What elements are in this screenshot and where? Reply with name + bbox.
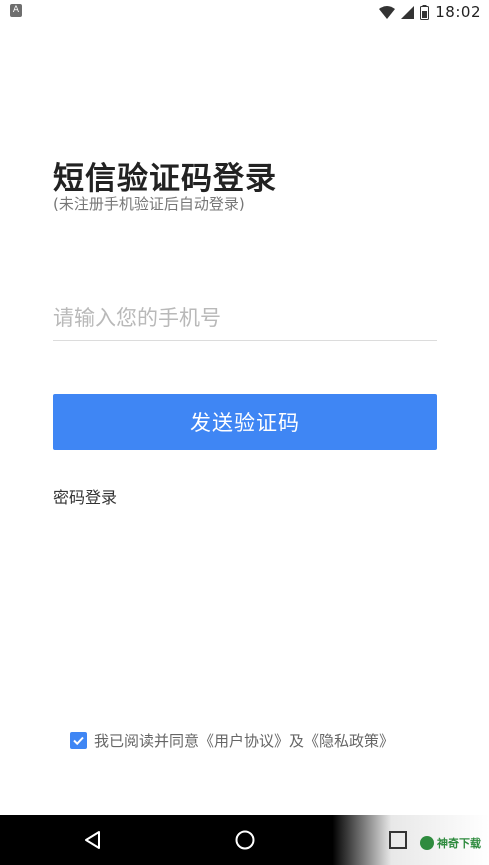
navigation-bar: 神奇下载 [0,815,489,865]
watermark-logo-icon [420,836,434,850]
password-login-link[interactable]: 密码登录 [53,484,117,508]
home-icon[interactable] [232,827,258,853]
checkmark-icon [73,736,84,745]
signal-icon [401,5,415,19]
page-subtitle: (未注册手机验证后自动登录) [53,195,245,213]
agreement-row: 我已阅读并同意 《用户协议》 及 《隐私政策》 [70,730,394,750]
battery-icon [420,4,430,20]
clock: 18:02 [435,3,481,21]
agreement-checkbox[interactable] [70,731,87,749]
phone-number-input[interactable] [53,296,437,341]
watermark-text: 神奇下载 [437,837,481,850]
notification-app-icon: A [10,4,22,17]
status-icons: 18:02 [379,0,481,24]
privacy-policy-link[interactable]: 《隐私政策》 [304,730,394,751]
agreement-prefix: 我已阅读并同意 [94,731,200,750]
wifi-icon [379,5,396,19]
watermark: 神奇下载 [420,835,481,851]
back-icon[interactable] [80,827,106,853]
recents-icon[interactable] [385,827,411,853]
agreement-and: 及 [289,731,305,750]
send-code-button[interactable]: 发送验证码 [53,394,437,450]
page-title: 短信验证码登录 [53,161,277,197]
status-bar: A 18:02 [0,0,489,24]
user-agreement-link[interactable]: 《用户协议》 [199,730,289,751]
